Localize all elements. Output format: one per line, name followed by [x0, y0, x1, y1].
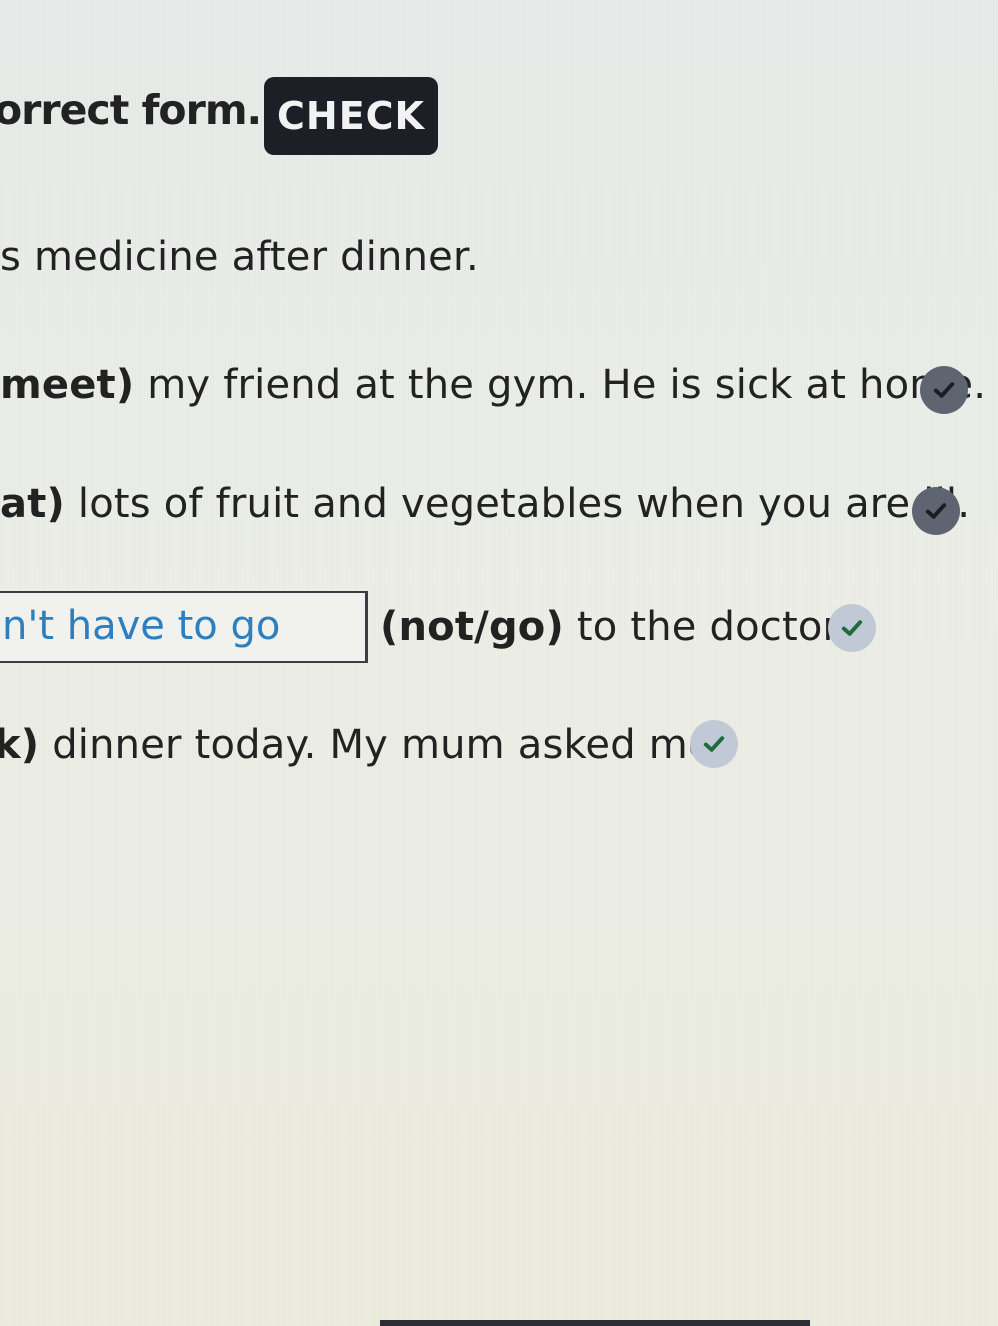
check-button[interactable]: CHECK — [264, 77, 438, 155]
correct-tick-4 — [828, 604, 876, 652]
sentence-4-verb: (not/go) — [380, 604, 564, 650]
instructions-label: orrect form. — [0, 86, 262, 134]
checkmark-icon — [933, 382, 955, 398]
sentence-5-verb: k) — [0, 722, 40, 768]
sentence-1: s medicine after dinner. — [0, 234, 479, 280]
sentence-3: at) lots of fruit and vegetables when yo… — [0, 481, 970, 527]
checkmark-icon — [841, 620, 863, 636]
screen-bottom-edge — [380, 1320, 810, 1326]
sentence-2: meet) my friend at the gym. He is sick a… — [0, 362, 986, 408]
sentence-2-text: my friend at the gym. He is sick at home… — [134, 362, 987, 408]
sentence-2-verb: meet) — [0, 362, 135, 408]
correct-tick-2 — [920, 366, 968, 414]
sentence-4-text: to the doctor. — [563, 604, 849, 650]
sentence-1-text: s medicine after dinner. — [0, 234, 479, 280]
checkmark-icon — [703, 736, 725, 752]
sentence-5: k) dinner today. My mum asked me. — [0, 722, 726, 768]
sentence-5-text: dinner today. My mum asked me. — [39, 722, 726, 768]
answer-input[interactable]: n't have to go — [0, 591, 368, 663]
sentence-3-text: lots of fruit and vegetables when you ar… — [65, 481, 971, 527]
sentence-4: (not/go) to the doctor. — [380, 604, 848, 650]
correct-tick-3 — [912, 487, 960, 535]
correct-tick-5 — [690, 720, 738, 768]
checkmark-icon — [925, 503, 947, 519]
exercise-page: orrect form. CHECK s medicine after dinn… — [0, 0, 998, 1326]
instructions-text: orrect form. — [0, 86, 262, 134]
sentence-3-verb: at) — [0, 481, 65, 527]
